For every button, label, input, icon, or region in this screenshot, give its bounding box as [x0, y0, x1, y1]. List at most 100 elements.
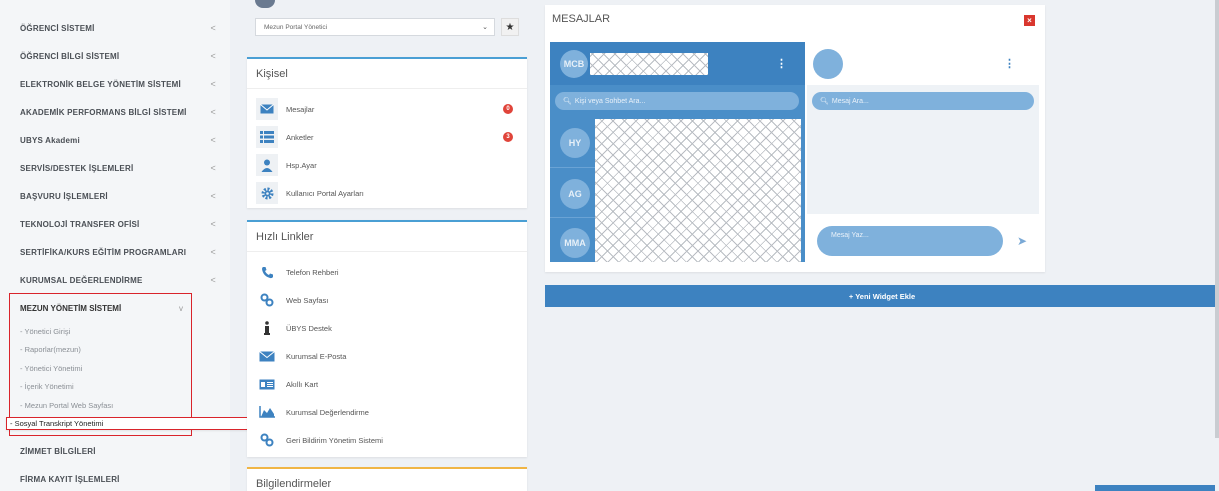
- sidebar-group-header[interactable]: MEZUN YÖNETİM SİSTEMİ v: [10, 294, 191, 322]
- envelope-icon: [256, 345, 278, 367]
- panel-title: Kişisel: [247, 59, 527, 89]
- card-icon: [256, 373, 278, 395]
- sidebar-subitem[interactable]: - Yönetici Yönetimi: [10, 359, 191, 378]
- message-search-input[interactable]: 🔍︎ Mesaj Ara...: [812, 92, 1034, 110]
- sidebar-item-label: ÖĞRENCİ SİSTEMİ: [20, 23, 95, 33]
- phone-icon: [256, 261, 278, 283]
- search-placeholder: Kişi veya Sohbet Ara...: [574, 97, 646, 105]
- link-ubys-destek[interactable]: ÜBYS Destek: [247, 314, 527, 342]
- link-akilli-kart[interactable]: Akıllı Kart: [247, 370, 527, 398]
- search-placeholder: Mesaj Ara...: [831, 97, 869, 105]
- sidebar-item-label: ÖĞRENCİ BİLGİ SİSTEMİ: [20, 51, 120, 61]
- link-portal-ayarlari[interactable]: Kullanıcı Portal Ayarları: [247, 179, 527, 207]
- chevron-left-icon: <: [210, 135, 216, 145]
- sidebar: ÖĞRENCİ SİSTEMİ < ÖĞRENCİ BİLGİ SİSTEMİ < …: [0, 0, 286, 491]
- sidebar-item-zimmet[interactable]: ZİMMET BİLGİLERİ: [0, 437, 230, 465]
- link-label: Mesajlar: [286, 104, 315, 114]
- add-widget-button[interactable]: + Yeni Widget Ekle: [545, 285, 1219, 307]
- redacted-name: [590, 52, 708, 75]
- sidebar-item-firma-kayit[interactable]: FİRMA KAYIT İŞLEMLERİ: [0, 465, 230, 491]
- middle-column: Mezun Portal Yönetici ⌄ ★ Kişisel Mesajla…: [247, 0, 527, 491]
- contact-avatar[interactable]: HY: [560, 128, 590, 158]
- chevron-left-icon: <: [210, 163, 216, 173]
- sidebar-subitem-label: - Sosyal Transkript Yönetimi: [6, 417, 286, 431]
- sidebar-subitem[interactable]: - Raporlar(mezun): [10, 341, 191, 360]
- link-telefon-rehberi[interactable]: Telefon Rehberi: [247, 258, 527, 286]
- link-label: ÜBYS Destek: [286, 323, 332, 333]
- more-options-icon[interactable]: ⋮: [1004, 57, 1015, 70]
- chevron-down-icon: ⌄: [482, 24, 488, 31]
- user-icon: [256, 154, 278, 176]
- sidebar-item-label: SERTİFİKA/KURS EĞİTİM PROGRAMLARI: [20, 247, 187, 257]
- link-mesajlar[interactable]: Mesajlar 0: [247, 95, 527, 123]
- search-icon: 🔍︎: [563, 98, 572, 105]
- sidebar-item-ogrenci-sistemi[interactable]: ÖĞRENCİ SİSTEMİ <: [0, 14, 230, 42]
- count-badge: 3: [503, 132, 513, 142]
- list-icon: [256, 126, 278, 148]
- favorite-star-button[interactable]: ★: [501, 18, 519, 36]
- link-icon: [256, 429, 278, 451]
- link-label: Akıllı Kart: [286, 379, 319, 389]
- chat-header: ⋮: [807, 42, 1039, 85]
- sidebar-subitem[interactable]: - İçerik Yönetimi: [10, 378, 191, 397]
- sidebar-item-ubys-akademi[interactable]: UBYS Akademi <: [0, 126, 230, 154]
- sidebar-subitem[interactable]: - Mezun Portal Web Sayfası: [10, 396, 191, 415]
- chevron-left-icon: <: [210, 219, 216, 229]
- sidebar-item-teknoloji-transfer[interactable]: TEKNOLOJİ TRANSFER OFİSİ <: [0, 210, 230, 238]
- sidebar-item-ebys[interactable]: ELEKTRONİK BELGE YÖNETİM SİSTEMİ <: [0, 70, 230, 98]
- send-icon[interactable]: ➤: [1017, 234, 1027, 248]
- divider: [550, 217, 595, 218]
- chevron-left-icon: <: [210, 191, 216, 201]
- chevron-down-icon: v: [179, 303, 183, 313]
- message-input[interactable]: Mesaj Yaz...: [817, 226, 1003, 256]
- sidebar-item-ogrenci-bilgi-sistemi[interactable]: ÖĞRENCİ BİLGİ SİSTEMİ <: [0, 42, 230, 70]
- sidebar-subitem[interactable]: - Yönetici Girişi: [10, 322, 191, 341]
- link-label: Anketler: [286, 132, 314, 142]
- sidebar-item-label: ZİMMET BİLGİLERİ: [20, 446, 96, 456]
- compose-area: Mesaj Yaz... ➤: [807, 214, 1039, 262]
- sidebar-item-label: SERVİS/DESTEK İŞLEMLERİ: [20, 163, 134, 173]
- sidebar-item-servis-destek[interactable]: SERVİS/DESTEK İŞLEMLERİ <: [0, 154, 230, 182]
- link-geri-bildirim[interactable]: Geri Bildirim Yönetim Sistemi: [247, 426, 527, 454]
- close-button[interactable]: ×: [1024, 15, 1035, 26]
- link-web-sayfasi[interactable]: Web Sayfası: [247, 286, 527, 314]
- link-hsp-ayar[interactable]: Hsp.Ayar: [247, 151, 527, 179]
- scrollbar[interactable]: [1215, 0, 1219, 438]
- link-kurumsal-eposta[interactable]: Kurumsal E-Posta: [247, 342, 527, 370]
- contact-avatar[interactable]: MMA: [560, 228, 590, 258]
- conversation-list: MCB ⋮ 🔍︎ Kişi veya Sohbet Ara... HY AG M…: [550, 42, 805, 262]
- star-icon: ★: [505, 21, 515, 33]
- link-kurumsal-degerlendirme[interactable]: Kurumsal Değerlendirme: [247, 398, 527, 426]
- sidebar-item-sertifika[interactable]: SERTİFİKA/KURS EĞİTİM PROGRAMLARI <: [0, 238, 230, 266]
- divider: [550, 167, 595, 168]
- portal-select[interactable]: Mezun Portal Yönetici ⌄: [255, 18, 495, 36]
- chevron-left-icon: <: [210, 51, 216, 61]
- link-anketler[interactable]: Anketler 3: [247, 123, 527, 151]
- more-options-icon[interactable]: ⋮: [776, 57, 787, 70]
- envelope-icon: [256, 98, 278, 120]
- sidebar-group-mezun: MEZUN YÖNETİM SİSTEMİ v - Yönetici Girişi…: [6, 293, 286, 436]
- sidebar-item-kurumsal-degerlendirme[interactable]: KURUMSAL DEĞERLENDİRME <: [0, 266, 230, 294]
- link-label: Kurumsal E-Posta: [286, 351, 347, 361]
- contact-search-input[interactable]: 🔍︎ Kişi veya Sohbet Ara...: [555, 92, 799, 110]
- messages-title: MESAJLAR: [552, 13, 611, 25]
- hizli-linkler-panel: Hızlı Linkler Telefon Rehberi Web Sayfas…: [247, 220, 527, 457]
- chevron-left-icon: <: [210, 79, 216, 89]
- link-label: Telefon Rehberi: [286, 267, 339, 277]
- link-label: Geri Bildirim Yönetim Sistemi: [286, 435, 383, 445]
- panel-title: Hızlı Linkler: [247, 222, 527, 252]
- sidebar-item-label: AKADEMİK PERFORMANS BİLGİ SİSTEMİ: [20, 107, 187, 117]
- sidebar-item-akademik-performans[interactable]: AKADEMİK PERFORMANS BİLGİ SİSTEMİ <: [0, 98, 230, 126]
- sidebar-item-label: UBYS Akademi: [20, 135, 80, 145]
- sidebar-subitem-active[interactable]: - Sosyal Transkript Yönetimi: [6, 415, 286, 434]
- panel-title: Bilgilendirmeler: [247, 469, 527, 491]
- avatar: [813, 48, 843, 79]
- chevron-left-icon: <: [210, 107, 216, 117]
- sidebar-item-basvuru[interactable]: BAŞVURU İŞLEMLERİ <: [0, 182, 230, 210]
- messages-panel: MESAJLAR × MCB ⋮ 🔍︎ Kişi veya Sohbet Ara…: [545, 5, 1045, 272]
- count-badge: 0: [503, 104, 513, 114]
- contact-avatar[interactable]: AG: [560, 179, 590, 209]
- avatar: [255, 0, 275, 8]
- conversation-view: ⋮ 🔍︎ Mesaj Ara... Mesaj Yaz... ➤: [807, 42, 1039, 262]
- sidebar-item-label: TEKNOLOJİ TRANSFER OFİSİ: [20, 219, 140, 229]
